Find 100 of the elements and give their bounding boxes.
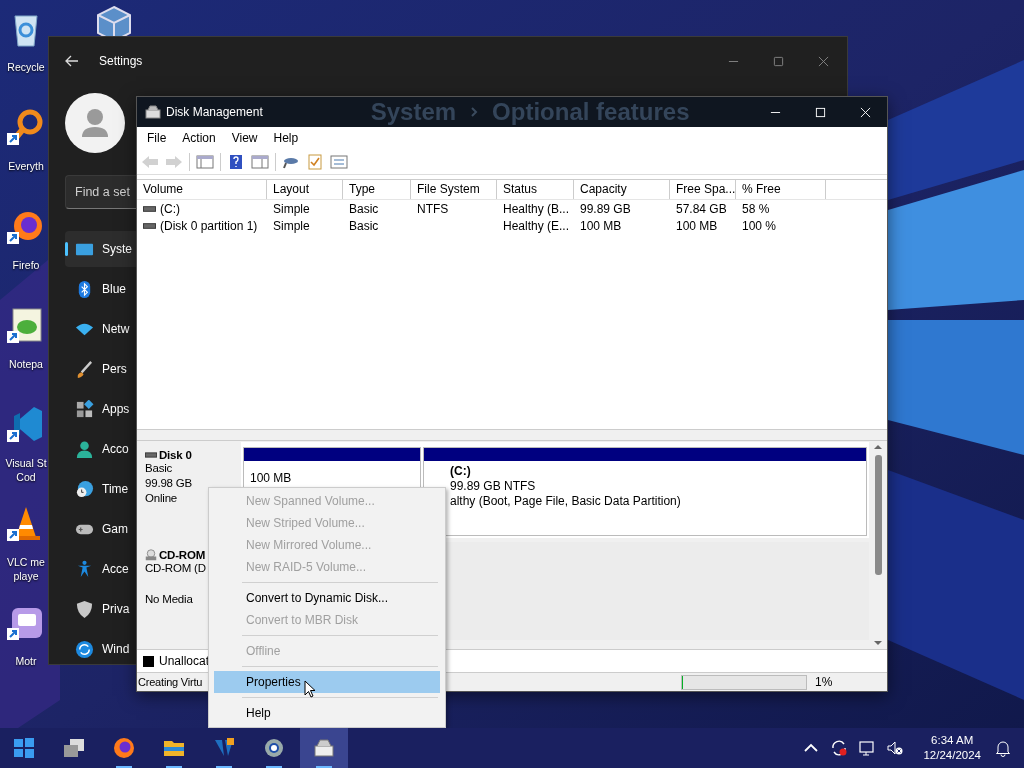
column-header[interactable]: Volume [137, 180, 267, 199]
nav-item[interactable]: Apps [65, 391, 136, 427]
progress-percent: 1% [815, 675, 834, 689]
table-cell: 99.89 GB [580, 201, 631, 216]
table-cell: (Disk 0 partition 1) [160, 218, 258, 233]
scroll-up-icon[interactable] [873, 443, 883, 451]
menu-item[interactable]: View [223, 131, 266, 145]
sync-icon [75, 639, 94, 659]
table-cell: Healthy (B... [503, 201, 570, 216]
disk-app-button[interactable] [300, 728, 348, 768]
disk-detail: 99.98 GB [145, 476, 193, 491]
scroll-down-icon[interactable] [873, 639, 883, 647]
window-title: Settings [99, 54, 143, 68]
windows-logo-icon [12, 736, 36, 760]
icon-label: Firefo [12, 258, 40, 272]
disk-detail: Basic [145, 461, 174, 476]
nav-item[interactable]: Acce [65, 551, 136, 587]
menu-item[interactable]: Properties [214, 671, 440, 693]
table-cell: 100 MB [580, 218, 622, 233]
icon-label: playe [13, 569, 39, 583]
table-cell: 100 MB [676, 218, 718, 233]
avatar-icon[interactable] [65, 93, 125, 153]
gear-icon [262, 736, 286, 760]
disk-detail: No Media [145, 592, 194, 607]
legend-label: Unallocat [159, 654, 210, 668]
nav-item[interactable]: Pers [65, 351, 136, 387]
table-cell: Simple [273, 201, 310, 216]
disk-detail: Online [145, 491, 179, 506]
scroll-thumb[interactable] [874, 455, 882, 575]
column-header[interactable]: Status [497, 180, 574, 199]
table-cell: (C:) [160, 201, 180, 216]
chevron-icon [470, 106, 479, 118]
nav-item[interactable]: Acco [65, 431, 136, 467]
search-field[interactable]: Find a set [65, 175, 137, 209]
icon-label: Recycle [7, 60, 45, 74]
menu-item[interactable]: File [139, 131, 175, 145]
column-header[interactable]: Layout [267, 180, 343, 199]
brush-icon [75, 359, 94, 379]
disk-app-icon [312, 736, 336, 760]
icon-label: Everyth [8, 159, 44, 173]
column-header[interactable]: Free Spa... [670, 180, 736, 199]
disk-name: Disk 0 [159, 449, 192, 461]
disk-name: CD-ROM [159, 549, 206, 561]
partition-detail: 99.89 GB NTFS [450, 479, 537, 494]
muted-speaker-icon[interactable] [886, 739, 905, 757]
nav-item[interactable]: Gam [65, 511, 136, 547]
table-cell: 58 % [742, 201, 770, 216]
nav-item[interactable]: Syste [65, 231, 136, 267]
table-cell: Basic [349, 218, 379, 233]
drive-icon [143, 221, 156, 230]
nav-item[interactable]: Netw [65, 311, 136, 347]
partition-detail: althy (Boot, Page File, Basic Data Partition) [450, 494, 682, 509]
nav-item[interactable]: Wind [65, 631, 136, 667]
partition-title: (C:) [450, 464, 472, 479]
nav-item[interactable]: Priva [65, 591, 136, 627]
menu-item[interactable]: Help [214, 702, 440, 724]
icon-label: Visual St [5, 456, 47, 470]
status-text: Creating Virtu [137, 676, 203, 688]
clock[interactable]: 6:34 AM 12/24/2024 [923, 733, 981, 763]
icon-label: VLC me [7, 555, 45, 569]
drive-icon [145, 451, 157, 459]
window-title: Disk Management [166, 105, 263, 119]
mouse-pointer-icon [304, 680, 316, 698]
sync-icon[interactable] [830, 739, 849, 757]
menu-item[interactable]: Help [265, 131, 307, 145]
network-icon[interactable] [858, 739, 877, 757]
clock-icon [75, 479, 94, 499]
icon-label: Motr [15, 654, 37, 668]
column-header[interactable]: Capacity [574, 180, 670, 199]
task-view-icon [62, 736, 86, 760]
breadcrumb-item: Optional features [492, 98, 690, 126]
table-cell: NTFS [417, 201, 449, 216]
disc-drive-icon [145, 549, 157, 561]
column-header[interactable]: Type [343, 180, 411, 199]
partition-block[interactable]: (C:) 99.89 GB NTFS althy (Boot, Page File, Basic Data Partition) [423, 447, 867, 536]
fox-icon [112, 736, 136, 760]
apps-icon [75, 399, 94, 419]
table-cell: 100 % [742, 218, 777, 233]
nav-item[interactable]: Blue [65, 271, 136, 307]
checklist-icon[interactable] [306, 153, 324, 170]
notification-icon[interactable] [994, 739, 1012, 757]
person-icon [75, 439, 94, 459]
table-cell: Simple [273, 218, 310, 233]
back-arrow-icon[interactable] [65, 55, 79, 67]
breadcrumb-item: System [370, 98, 457, 126]
cube-icon[interactable] [94, 4, 134, 36]
disk-app-icon [145, 104, 161, 120]
disk-detail: CD-ROM (D [145, 561, 207, 576]
shield-icon [75, 599, 94, 619]
nav-item[interactable]: Time [65, 471, 136, 507]
partition-detail: 100 MB [250, 471, 293, 486]
column-header[interactable]: File System [411, 180, 497, 199]
menu-item[interactable]: Action [174, 131, 224, 145]
help-icon[interactable] [227, 153, 245, 170]
drive-icon [143, 204, 156, 213]
table-cell: 57.84 GB [676, 201, 727, 216]
icon-label: Notepa [9, 357, 43, 371]
table-cell: Healthy (E... [503, 218, 570, 233]
icon-label: Cod [16, 470, 36, 484]
column-header[interactable]: % Free [736, 180, 826, 199]
